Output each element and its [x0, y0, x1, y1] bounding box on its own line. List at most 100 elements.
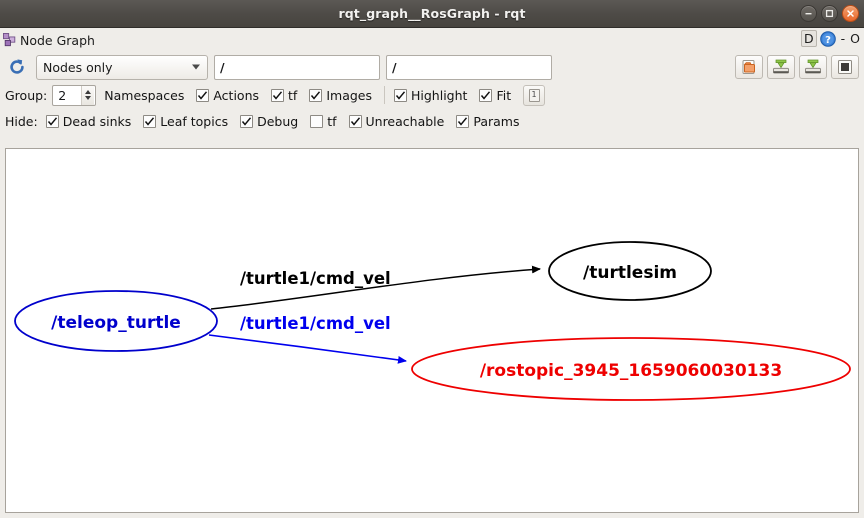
- checkbox-tf[interactable]: tf: [271, 88, 297, 103]
- topic-filter-value: /: [392, 59, 397, 75]
- node-rostopic[interactable]: /rostopic_3945_1659060030133: [411, 337, 851, 401]
- minimize-icon: [805, 13, 812, 15]
- check-icon: [242, 116, 252, 126]
- checkbox-box[interactable]: [143, 114, 157, 128]
- dock-detach-button[interactable]: D: [801, 30, 817, 47]
- node-filter-value: /: [220, 59, 225, 75]
- maximize-button[interactable]: [821, 5, 838, 22]
- check-icon: [458, 116, 468, 126]
- checkbox-fit[interactable]: Fit: [479, 88, 511, 103]
- checkbox-box[interactable]: [45, 114, 59, 128]
- save-dot-button[interactable]: [767, 55, 795, 79]
- chevron-down-icon: [192, 64, 200, 70]
- checkbox-label: tf: [288, 87, 298, 103]
- open-folder-icon: [742, 60, 755, 74]
- save-image-button[interactable]: [799, 55, 827, 79]
- fit-in-view-button[interactable]: [831, 55, 859, 79]
- node-label-teleop-turtle: /teleop_turtle: [51, 313, 181, 333]
- checkbox-label: Fit: [496, 87, 512, 103]
- checkbox-label: Images: [326, 87, 372, 103]
- edge-label-cmd-vel-black: /turtle1/cmd_vel: [240, 269, 391, 288]
- refresh-icon: [10, 59, 24, 74]
- checkbox-label: Unreachable: [365, 113, 445, 129]
- hide-label: Hide:: [5, 113, 38, 129]
- save-image-icon: [805, 59, 821, 74]
- group-spinbox[interactable]: 2: [52, 84, 97, 106]
- checkbox-debug[interactable]: Debug: [240, 114, 298, 129]
- topic-filter-input[interactable]: /: [386, 54, 552, 80]
- minimize-button[interactable]: [800, 5, 817, 22]
- ros-node-graph[interactable]: /turtle1/cmd_vel /turtle1/cmd_vel /teleo…: [6, 149, 858, 512]
- window-controls: [800, 5, 859, 22]
- dock-title: Node Graph: [20, 32, 95, 48]
- checkbox-images[interactable]: Images: [309, 88, 372, 103]
- checkbox-label: Debug: [257, 113, 299, 129]
- dock-dash-label: -: [840, 31, 846, 46]
- node-teleop-turtle[interactable]: /teleop_turtle: [14, 290, 218, 352]
- checkbox-hide-tf[interactable]: tf: [310, 113, 337, 129]
- checkbox-unreachable[interactable]: Unreachable: [348, 113, 445, 129]
- checkbox-box[interactable]: [196, 88, 210, 102]
- node-graph-icon: [3, 33, 16, 47]
- graph-canvas[interactable]: /turtle1/cmd_vel /turtle1/cmd_vel /teleo…: [5, 148, 859, 513]
- window-title: rqt_graph__RosGraph - rqt: [338, 6, 526, 21]
- graph-mode-select[interactable]: Nodes only: [36, 54, 208, 80]
- hide-options-row: Hide: Dead sinks Leaf topics Debug tf Un…: [0, 108, 864, 134]
- svg-text:?: ?: [825, 34, 831, 45]
- node-filter-input[interactable]: /: [214, 54, 380, 80]
- close-button[interactable]: [842, 5, 859, 22]
- check-icon: [481, 90, 491, 100]
- check-icon: [198, 90, 208, 100]
- window-title-bar: rqt_graph__RosGraph - rqt: [0, 0, 864, 28]
- toolbar-action-buttons: [735, 55, 859, 79]
- check-icon: [395, 90, 406, 100]
- load-dot-button[interactable]: [735, 55, 763, 79]
- checkbox-label: Highlight: [411, 87, 468, 103]
- checkbox-box[interactable]: [310, 114, 324, 128]
- checkbox-label: tf: [327, 113, 337, 129]
- namespaces-label: Namespaces: [104, 87, 185, 103]
- edge-line: [208, 334, 407, 364]
- checkbox-box[interactable]: [271, 88, 285, 102]
- graph-mode-value: Nodes only: [43, 59, 113, 75]
- edge-teleop-to-rostopic[interactable]: /turtle1/cmd_vel: [208, 314, 407, 364]
- checkbox-label: Leaf topics: [160, 113, 229, 129]
- checkbox-params[interactable]: Params: [456, 114, 519, 129]
- graph-toolbar: Nodes only / /: [0, 52, 864, 82]
- save-dot-icon: [773, 59, 789, 74]
- checkbox-box[interactable]: [309, 88, 323, 102]
- checkbox-box[interactable]: [479, 88, 493, 102]
- check-icon: [311, 90, 321, 100]
- fit-square-icon: [838, 60, 852, 74]
- dock-close-button[interactable]: O: [850, 31, 860, 46]
- node-turtlesim[interactable]: /turtlesim: [548, 241, 712, 301]
- checkbox-actions[interactable]: Actions: [196, 88, 259, 103]
- checkbox-dead-sinks[interactable]: Dead sinks: [45, 113, 132, 129]
- edge-teleop-to-turtlesim[interactable]: /turtle1/cmd_vel: [210, 265, 541, 310]
- dock-header-controls: D ? - O: [801, 30, 860, 47]
- spin-arrows[interactable]: [81, 85, 95, 105]
- group-value: 2: [58, 87, 67, 103]
- depth-button[interactable]: 1: [523, 84, 546, 106]
- node-label-turtlesim: /turtlesim: [583, 263, 677, 283]
- edge-label-cmd-vel-blue: /turtle1/cmd_vel: [240, 314, 391, 333]
- toolbar-separator: [384, 86, 385, 104]
- refresh-button[interactable]: [4, 55, 30, 79]
- checkbox-highlight[interactable]: Highlight: [394, 88, 467, 103]
- spin-down-icon[interactable]: [85, 96, 92, 100]
- check-icon: [350, 116, 360, 126]
- check-icon: [272, 90, 283, 100]
- check-icon: [145, 116, 155, 126]
- help-icon[interactable]: ?: [819, 30, 836, 47]
- checkbox-box[interactable]: [394, 88, 407, 102]
- checkbox-box[interactable]: [348, 114, 362, 128]
- checkbox-label: Dead sinks: [62, 113, 132, 129]
- dock-widget-header: Node Graph D ? - O: [0, 28, 864, 52]
- group-label: Group:: [5, 87, 48, 103]
- checkbox-box[interactable]: [456, 114, 470, 128]
- checkbox-box[interactable]: [240, 114, 254, 128]
- checkbox-label: Actions: [213, 87, 260, 103]
- checkbox-label: Params: [473, 113, 520, 129]
- spin-up-icon[interactable]: [85, 90, 92, 94]
- checkbox-leaf-topics[interactable]: Leaf topics: [143, 114, 228, 129]
